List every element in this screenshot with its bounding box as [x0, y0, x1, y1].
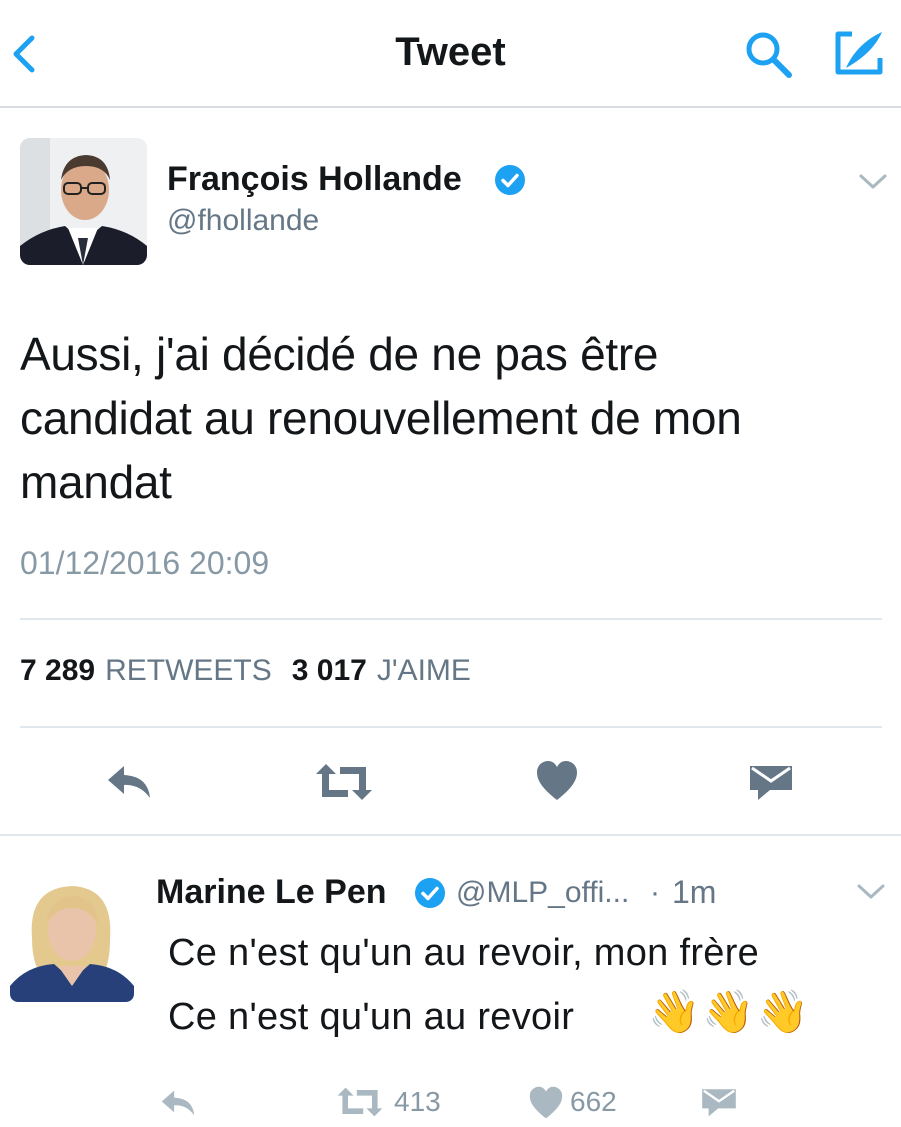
divider — [20, 726, 882, 728]
reply-like-count: 662 — [570, 1086, 617, 1117]
divider — [0, 834, 901, 836]
reply-text-line: Ce n'est qu'un au revoir, mon frère — [168, 932, 760, 974]
separator-dot: · — [650, 876, 660, 909]
verified-badge-icon — [414, 877, 446, 909]
reply-icon[interactable] — [104, 760, 154, 804]
waving-hand-emoji: 👋👋👋 — [648, 988, 811, 1035]
heart-icon[interactable] — [535, 760, 579, 802]
compose-icon[interactable] — [834, 28, 886, 78]
retweet-count[interactable]: 7 289 — [20, 654, 95, 687]
envelope-icon[interactable] — [748, 762, 794, 802]
tweet-timestamp: 01/12/2016 20:09 — [20, 545, 270, 581]
heart-icon[interactable] — [528, 1086, 564, 1120]
reply-text-line: Ce n'est qu'un au revoir — [168, 996, 575, 1038]
tweet-text-line: mandat — [20, 456, 172, 508]
envelope-icon[interactable] — [700, 1086, 738, 1118]
navigation-bar: Tweet — [0, 0, 901, 108]
chevron-down-icon[interactable] — [856, 882, 886, 902]
tweet-text-line: Aussi, j'ai décidé de ne pas être — [20, 328, 659, 380]
like-label[interactable]: J'AIME — [377, 654, 471, 687]
reply-author-name[interactable]: Marine Le Pen — [156, 873, 387, 912]
retweet-icon[interactable] — [314, 762, 374, 802]
retweet-label[interactable]: RETWEETS — [105, 654, 272, 687]
like-count[interactable]: 3 017 — [292, 654, 367, 687]
tweet-text-line: candidat au renouvellement de mon — [20, 392, 742, 444]
author-name[interactable]: François Hollande — [167, 160, 462, 199]
tweet-text: Aussi, j'ai décidé de ne pas être candid… — [20, 322, 880, 514]
avatar[interactable] — [20, 138, 147, 265]
reply-time: 1m — [672, 874, 717, 910]
verified-badge-icon — [494, 164, 526, 196]
reply-icon[interactable] — [158, 1086, 198, 1120]
divider — [20, 618, 882, 620]
search-icon[interactable] — [744, 30, 796, 80]
retweet-icon[interactable] — [336, 1086, 384, 1118]
reply-retweet-count: 413 — [394, 1086, 441, 1117]
tweet-stats: 7 289 RETWEETS 3 017 J'AIME — [20, 654, 491, 688]
author-handle[interactable]: @fhollande — [167, 204, 319, 238]
reply-author-handle[interactable]: @MLP_offi... — [456, 876, 629, 910]
chevron-down-icon[interactable] — [858, 172, 888, 192]
avatar[interactable] — [10, 868, 134, 1002]
